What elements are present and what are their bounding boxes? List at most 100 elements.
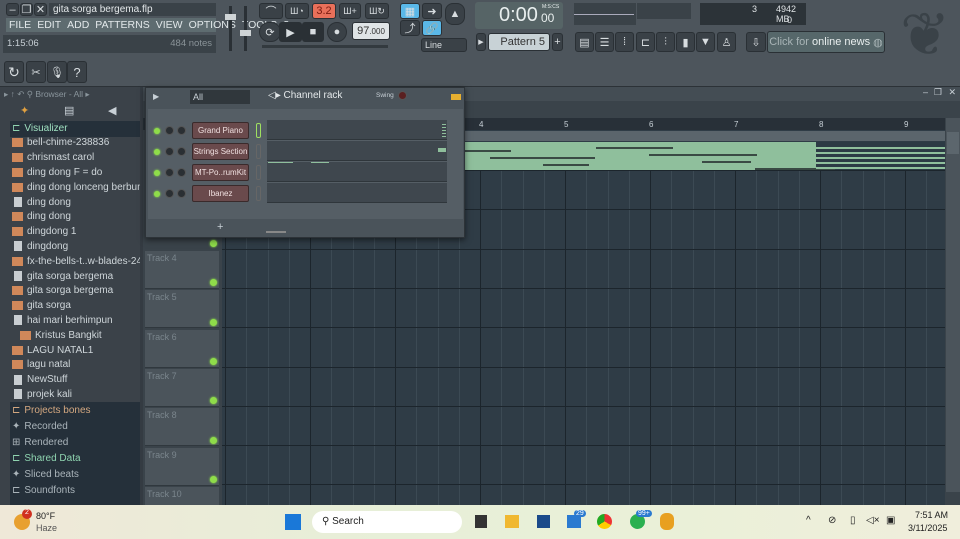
browser-folder[interactable]: ⊏ Shared Data [12,451,140,465]
loop-toggle-button[interactable]: ⟳ [259,22,281,42]
browser-item[interactable]: ⊏ Visualizer [12,121,140,135]
song-time-display[interactable]: 0:00 00 M:S:CS [475,2,563,29]
browser-folder[interactable]: ✦ Recorded [12,419,140,433]
channel-rack-button[interactable]: ☰ [595,32,614,52]
browser-button[interactable]: ⊏ [636,32,655,52]
channel-pan-knob[interactable] [165,147,174,156]
browser-item[interactable]: ding dong F = do [12,165,140,179]
track-header[interactable]: Track 8 [145,408,219,447]
online-news-button[interactable]: Click for online news ◍ [767,31,885,53]
tempo-field[interactable]: 97.000 [352,22,390,40]
cut-tool-icon[interactable]: ✂ [26,61,46,83]
channel-mute-led[interactable] [154,170,160,176]
channel-rack-menu-arrow[interactable]: ▶ [153,92,159,101]
channel-rack-scrollbar[interactable] [266,231,286,233]
channel-pan-knob[interactable] [165,189,174,198]
typing-keyboard-button[interactable]: ▦ [400,3,420,19]
browser-item[interactable]: ding dong [12,210,140,224]
wait-input-button[interactable]: Ш◔ [285,3,309,19]
browser-item[interactable]: LAGU NATAL1 [12,343,140,357]
channel-mute-led[interactable] [154,191,160,197]
menu-file[interactable]: FILE [9,19,31,31]
vertical-scrollbar[interactable] [946,118,960,492]
browser-files-icon[interactable]: ▤ [64,104,74,117]
browser-item[interactable]: dingdong [12,239,140,253]
close-button[interactable]: ✕ [34,3,47,16]
link-icon[interactable]: 🔗 [422,20,442,36]
browser-item[interactable]: dingdong 1 [12,225,140,239]
step-button[interactable]: ➜ [422,3,442,19]
channel-select-indicator[interactable] [256,186,261,201]
add-channel-button[interactable]: + [217,221,223,233]
channel-piano-roll-preview[interactable] [267,162,447,182]
channel-pan-knob[interactable] [165,126,174,135]
graph-editor-icon[interactable] [451,94,461,100]
channel-volume-knob[interactable] [177,168,186,177]
project-info-button[interactable]: ▮ [676,32,695,52]
track-mute-led[interactable] [210,357,217,365]
playlist-close-button[interactable]: ✕ [948,87,956,98]
playlist-minimize-button[interactable]: – [923,87,928,97]
browser-item[interactable]: lagu natal [12,358,140,372]
track-header[interactable]: Track 6 [145,329,219,368]
add-pattern-button[interactable]: + [552,33,563,51]
step-edit-button[interactable]: Ш+ [339,3,361,19]
browser-folder[interactable]: ⊞ Rendered [12,435,140,449]
browser-item[interactable]: projek kali [12,387,140,401]
channel-volume-knob[interactable] [177,126,186,135]
channel-piano-roll-preview[interactable] [267,120,447,140]
pattern-prev-button[interactable]: ▶ [476,33,486,51]
network-icon[interactable]: ⊘ [828,515,836,526]
device-icon[interactable]: ▯ [850,515,856,526]
master-knob-icon[interactable]: ▲ [445,3,465,25]
browser-folder[interactable]: ✦ Sliced beats [12,467,140,481]
snap-select[interactable]: Line [421,38,467,52]
channel-filter-select[interactable]: All [190,90,250,104]
touch-controller-button[interactable]: ♙ [717,32,736,52]
channel-button[interactable]: Ibanez [192,185,249,202]
channel-volume-knob[interactable] [177,189,186,198]
channel-select-indicator[interactable] [256,123,261,138]
master-volume-slider[interactable] [225,6,236,51]
store-icon[interactable] [537,515,550,528]
browser-item[interactable]: hai mari berhimpun [12,313,140,327]
browser-item[interactable]: fx-the-bells-t..w-blades-246587 [12,254,140,268]
track-header[interactable]: Track 9 [145,447,219,486]
undo-icon[interactable]: ↻ [4,61,24,83]
volume-muted-icon[interactable]: ◁× [866,515,880,526]
track-mute-led[interactable] [210,240,217,247]
restore-button[interactable]: ❐ [20,3,33,16]
metronome-button[interactable]: ⌒ [259,3,283,19]
fl-studio-taskbar-icon[interactable] [660,513,674,530]
menu-view[interactable]: VIEW [156,19,183,31]
channel-mute-led[interactable] [154,149,160,155]
browser-item[interactable]: NewStuff [12,373,140,387]
browser-item[interactable]: gita sorga bergema [12,269,140,283]
browser-item[interactable]: gita sorga [12,299,140,313]
menu-edit[interactable]: EDIT [37,19,61,31]
track-mute-led[interactable] [210,436,217,444]
mixer-button[interactable]: ⫶ [656,32,675,52]
browser-folder[interactable]: ⊏ Projects bones [12,403,140,417]
browser-item[interactable]: ding dong lonceng berbunyi [12,180,140,194]
loop-record-button[interactable]: Ш↻ [365,3,389,19]
master-pitch-slider[interactable] [240,6,251,51]
clock-date[interactable]: 3/11/2025 [908,523,947,533]
chrome-icon[interactable] [597,514,612,529]
swing-knob[interactable] [398,91,407,100]
browser-item[interactable]: ding dong [12,195,140,209]
clock-time[interactable]: 7:51 AM [915,510,948,520]
start-button[interactable] [285,514,301,530]
record-button[interactable]: ● [327,22,347,42]
play-button[interactable]: ▶ [279,22,302,42]
channel-volume-knob[interactable] [177,147,186,156]
channel-button[interactable]: Strings Section [192,143,249,160]
browser-item[interactable]: chrismast carol [12,151,140,165]
search-box[interactable]: ⚲ Search [312,511,462,533]
playlist-button[interactable]: ▤ [575,32,594,52]
channel-piano-roll-preview[interactable] [267,141,447,161]
song-position-slider[interactable] [262,45,388,48]
playlist-restore-button[interactable]: ❐ [934,87,942,98]
track-header[interactable]: Track 7 [145,368,219,407]
pattern-song-mode[interactable]: 3.2 [312,3,336,19]
